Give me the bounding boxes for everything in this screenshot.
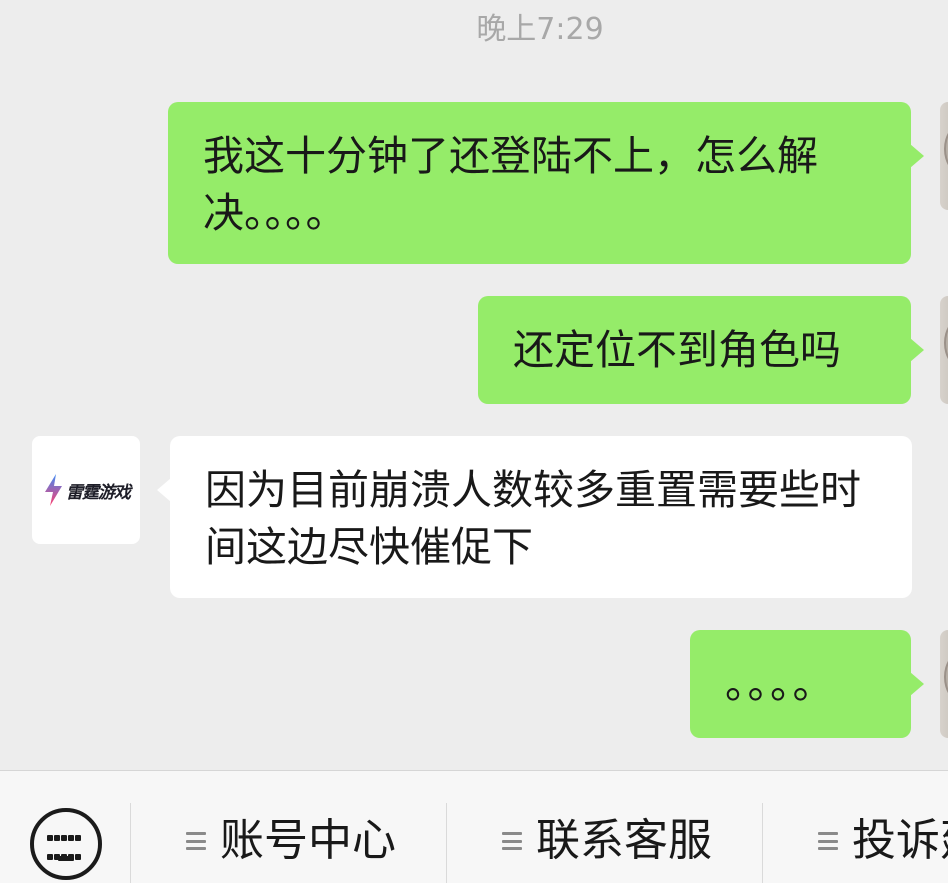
message-timestamp: 晚上7:29 <box>476 12 604 47</box>
my-avatar[interactable] <box>940 296 948 404</box>
keyboard-keys <box>47 829 85 867</box>
menu-button-account-center[interactable]: 账号中心 <box>186 811 396 871</box>
menu-button-contact-support[interactable]: 联系客服 <box>502 811 712 871</box>
menu-button-label: 联系客服 <box>536 815 712 866</box>
outgoing-message-bubble[interactable]: 还定位不到角色吗 <box>478 296 924 404</box>
avatar-face <box>944 124 948 174</box>
menu-icon <box>186 831 206 851</box>
keyboard-icon[interactable] <box>30 808 102 880</box>
menu-button-complaints[interactable]: 投诉建议 <box>818 811 948 871</box>
service-logo: 雷霆游戏 <box>42 473 131 507</box>
bottom-menu-bar: 账号中心 联系客服 投诉建议 <box>0 770 948 883</box>
menu-icon <box>818 831 838 851</box>
my-avatar[interactable] <box>940 102 948 210</box>
menu-divider <box>762 803 763 883</box>
service-account-avatar[interactable]: 雷霆游戏 <box>32 436 140 544</box>
menu-divider <box>130 803 131 883</box>
avatar-face <box>944 318 948 368</box>
outgoing-message-bubble[interactable]: 。。。。 <box>690 630 924 738</box>
avatar-face <box>944 652 948 702</box>
menu-divider <box>446 803 447 883</box>
my-avatar[interactable] <box>940 630 948 738</box>
service-logo-text: 雷霆游戏 <box>66 482 131 503</box>
chat-area[interactable]: 晚上7:29 我这十分钟了还登陆不上，怎么解决。。。。 还定位不到角色吗 雷霆游… <box>0 0 948 770</box>
incoming-message-bubble[interactable]: 因为目前崩溃人数较多重置需要些时间这边尽快催促下 <box>157 436 912 598</box>
keyboard-spacebar <box>58 856 74 861</box>
menu-button-label: 账号中心 <box>220 815 396 866</box>
outgoing-message-bubble[interactable]: 我这十分钟了还登陆不上，怎么解决。。。。 <box>168 102 924 264</box>
lightning-bolt-icon <box>45 474 62 506</box>
menu-button-label: 投诉建议 <box>852 815 948 866</box>
menu-icon <box>502 831 522 851</box>
